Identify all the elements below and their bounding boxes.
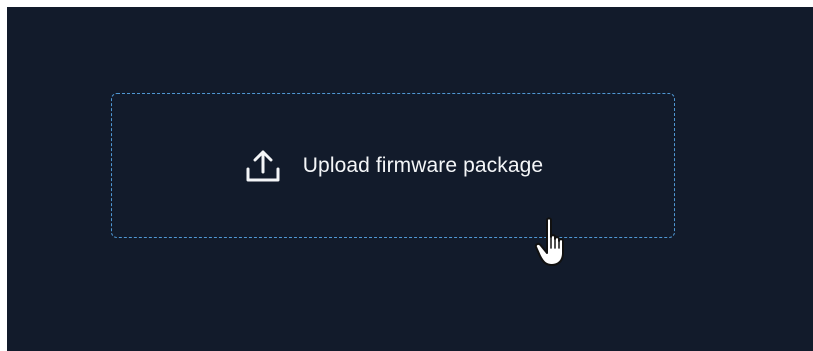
upload-firmware-dropzone[interactable]: Upload firmware package [111,93,675,238]
firmware-panel: Upload firmware package [7,7,813,351]
upload-firmware-label: Upload firmware package [302,153,544,177]
upload-icon [243,146,283,186]
